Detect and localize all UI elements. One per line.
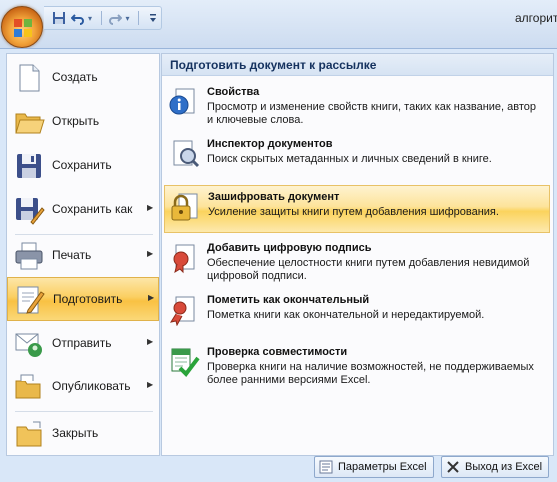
submenu-item-description: Пометка книги как окончательной и нереда… [207, 309, 485, 321]
print-icon [15, 242, 43, 270]
save-icon[interactable] [50, 9, 67, 27]
close-folder-icon [16, 421, 42, 447]
menu-item-label: Подготовить [53, 292, 123, 306]
menu-item-close[interactable]: Закрыть [7, 412, 159, 456]
menu-item-label: Создать [52, 70, 98, 84]
submenu-item-description: Обеспечение целостности книги путем доба… [207, 257, 530, 282]
publish-icon [15, 374, 41, 399]
exit-excel-label: Выход из Excel [465, 461, 543, 473]
options-icon [319, 460, 333, 474]
save-as-icon [16, 198, 45, 225]
menu-item-label: Закрыть [52, 426, 99, 440]
mark-final-icon [169, 296, 195, 326]
close-icon [447, 461, 459, 473]
submenu-header: Подготовить документ к рассылке [162, 54, 553, 76]
menu-item-print[interactable]: Печать ▶ [7, 234, 159, 278]
left-command-pane: Создать Открыть Сохранить Сохранить как … [6, 53, 160, 456]
submenu-arrow-icon: ▶ [147, 249, 154, 258]
office-menu: Создать Открыть Сохранить Сохранить как … [0, 48, 557, 482]
office-button[interactable] [1, 6, 43, 48]
excel-options-button[interactable]: Параметры Excel [314, 456, 434, 478]
submenu-arrow-icon: ▶ [147, 203, 154, 212]
menu-item-label: Сохранить [52, 158, 112, 172]
submenu-item-title: Инспектор документов [207, 138, 333, 150]
submenu-item-title: Зашифровать документ [208, 191, 340, 203]
menu-item-open[interactable]: Открыть [7, 100, 159, 144]
digital-signature-icon [173, 244, 195, 274]
submenu-item-mark-final[interactable]: Пометить как окончательный Пометка книги… [164, 289, 550, 337]
new-document-icon [19, 64, 40, 92]
menu-item-label: Печать [52, 248, 92, 262]
submenu-item-inspect-document[interactable]: Инспектор документов Поиск скрытых метад… [164, 133, 550, 181]
inspect-document-icon [173, 140, 200, 168]
exit-excel-button[interactable]: Выход из Excel [441, 456, 549, 478]
menu-item-label: Сохранить как [52, 202, 133, 216]
customize-qat-icon[interactable] [144, 9, 161, 27]
submenu-item-compatibility-check[interactable]: Проверка совместимости Проверка книги на… [164, 341, 550, 389]
submenu-item-title: Проверка совместимости [207, 346, 348, 358]
properties-icon [169, 88, 195, 115]
submenu-arrow-icon: ▶ [147, 337, 154, 346]
redo-dropdown-icon[interactable]: ▾ [126, 14, 134, 23]
menu-item-label: Открыть [52, 114, 100, 128]
submenu-item-description: Поиск скрытых метаданных и личных сведен… [207, 153, 492, 165]
open-folder-icon [15, 113, 45, 134]
submenu-item-encrypt-document[interactable]: Зашифровать документ Усиление защиты кни… [164, 185, 550, 233]
submenu-item-title: Добавить цифровую подпись [207, 242, 372, 254]
excel-options-label: Параметры Excel [338, 461, 427, 473]
submenu-arrow-icon: ▶ [148, 293, 155, 302]
office-logo-icon [14, 19, 32, 37]
menu-item-save[interactable]: Сохранить [7, 144, 159, 188]
compatibility-check-icon [171, 348, 200, 378]
menu-item-label: Опубликовать [52, 379, 131, 393]
menu-item-label: Отправить [52, 336, 112, 350]
menu-item-publish[interactable]: Опубликовать ▶ [7, 365, 159, 409]
menu-item-save-as[interactable]: Сохранить как ▶ [7, 188, 159, 232]
menu-item-send[interactable]: Отправить ▶ [7, 322, 159, 366]
window-title: алгоритм [515, 11, 557, 25]
prepare-icon [17, 286, 45, 314]
redo-icon[interactable] [107, 9, 124, 27]
menu-item-prepare[interactable]: Подготовить ▶ [7, 277, 159, 321]
save-icon [17, 154, 41, 178]
submenu-item-title: Пометить как окончательный [207, 294, 370, 306]
submenu-item-digital-signature[interactable]: Добавить цифровую подпись Обеспечение це… [164, 237, 550, 285]
submenu-item-description: Усиление защиты книги путем добавления ш… [208, 206, 499, 218]
menu-item-create[interactable]: Создать [7, 56, 159, 100]
send-icon [15, 333, 42, 357]
submenu-item-description: Проверка книги на наличие возможностей, … [207, 361, 534, 386]
submenu-item-properties[interactable]: Свойства Просмотр и изменение свойств кн… [164, 81, 550, 129]
submenu-item-title: Свойства [207, 86, 260, 98]
prepare-submenu-pane: Подготовить документ к рассылке Свойства… [161, 53, 554, 456]
undo-dropdown-icon[interactable]: ▾ [88, 14, 96, 23]
encrypt-lock-icon [171, 193, 198, 221]
undo-icon[interactable] [69, 9, 86, 27]
quick-access-toolbar: ▾ ▾ [44, 6, 162, 30]
submenu-item-description: Просмотр и изменение свойств книги, таки… [207, 101, 537, 126]
submenu-arrow-icon: ▶ [147, 380, 154, 389]
title-bar: ▾ ▾ алгоритм [0, 0, 557, 48]
